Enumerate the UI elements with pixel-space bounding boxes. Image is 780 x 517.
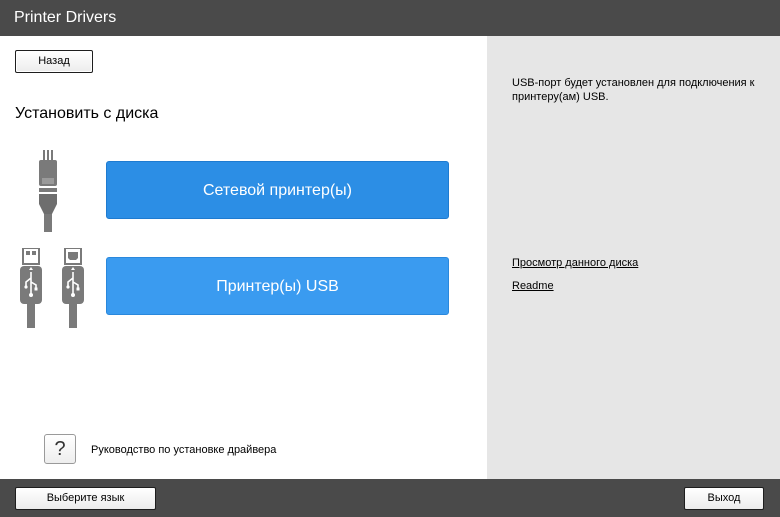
view-disk-link[interactable]: Просмотр данного диска	[512, 256, 638, 270]
installer-window: Printer Drivers Назад Установить с диска…	[0, 0, 780, 517]
driver-guide-label[interactable]: Руководство по установке драйвера	[91, 443, 276, 457]
question-icon[interactable]: ?	[44, 434, 76, 464]
footer-bar: Выберите язык Выход	[0, 479, 780, 517]
left-pane: Назад Установить с диска Сетевой принтер…	[0, 36, 487, 479]
select-language-button[interactable]: Выберите язык	[15, 487, 156, 510]
right-pane: USB-порт будет установлен для подключени…	[487, 36, 780, 479]
network-printer-button[interactable]: Сетевой принтер(ы)	[106, 161, 449, 219]
window-title: Printer Drivers	[14, 9, 117, 26]
usb-cable-icon	[20, 248, 84, 328]
usb-printer-button[interactable]: Принтер(ы) USB	[106, 257, 449, 315]
info-description: USB-порт будет установлен для подключени…	[512, 77, 755, 103]
readme-link[interactable]: Readme	[512, 279, 554, 293]
back-button[interactable]: Назад	[15, 50, 93, 73]
exit-button[interactable]: Выход	[684, 487, 764, 510]
network-cable-icon	[39, 150, 57, 232]
section-title: Установить с диска	[15, 105, 159, 122]
title-bar: Printer Drivers	[0, 0, 780, 36]
